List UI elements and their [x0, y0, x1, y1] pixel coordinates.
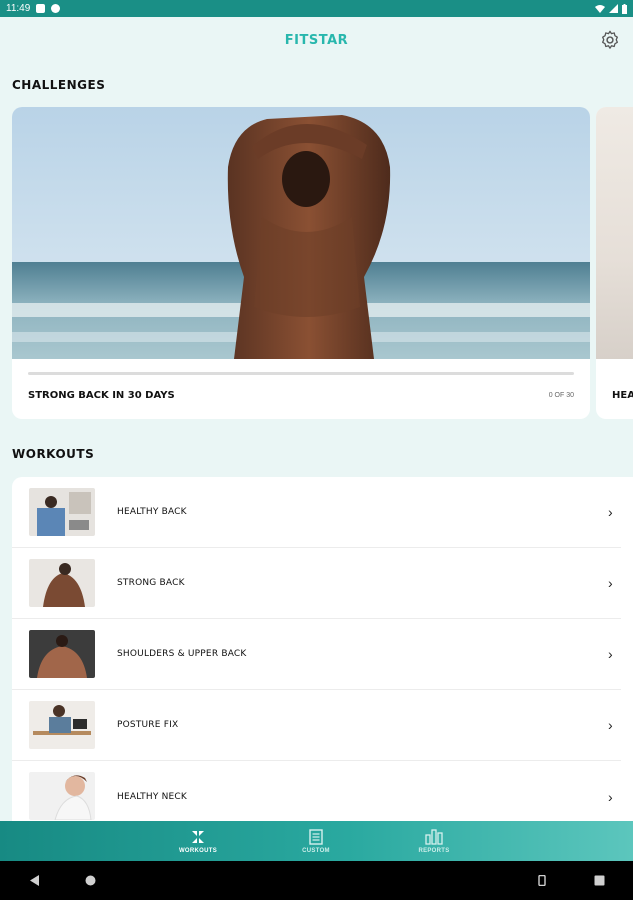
workout-row-strong-back[interactable]: STRONG BACK › — [12, 548, 621, 619]
wifi-icon — [595, 5, 605, 13]
nav-label: CUSTOM — [302, 847, 330, 854]
workout-label: STRONG BACK — [117, 578, 185, 588]
battery-icon — [622, 3, 627, 14]
challenge-progress-label: 0 OF 30 — [548, 392, 574, 399]
system-navigation-bar — [0, 861, 633, 900]
challenge-image — [12, 107, 590, 359]
recents-icon[interactable] — [594, 875, 605, 886]
reports-icon — [425, 828, 443, 845]
notification-icon — [36, 4, 46, 13]
workout-label: POSTURE FIX — [117, 720, 179, 730]
signal-icon — [609, 4, 618, 13]
challenge-card-next[interactable]: HEA — [596, 107, 633, 419]
status-bar: 11:49 — [0, 0, 633, 17]
chevron-right-icon: › — [608, 788, 613, 805]
chevron-right-icon: › — [608, 646, 613, 662]
bottom-navigation: WORKOUTS CUSTOM REPORTS — [0, 821, 633, 861]
rotate-icon[interactable] — [537, 875, 547, 886]
challenge-title-next: HEA — [612, 390, 633, 401]
chevron-right-icon: › — [608, 717, 613, 733]
custom-icon — [309, 828, 323, 845]
status-time: 11:49 — [6, 3, 31, 14]
app-bar: FITSTAR — [0, 17, 633, 63]
app-title: FITSTAR — [284, 32, 349, 48]
nav-label: REPORTS — [418, 847, 450, 854]
challenge-title: STRONG BACK IN 30 DAYS — [28, 390, 175, 401]
sync-icon — [51, 4, 61, 13]
chevron-right-icon: › — [608, 504, 613, 520]
workout-thumbnail — [29, 559, 95, 607]
nav-item-custom[interactable]: CUSTOM — [281, 821, 351, 861]
workout-thumbnail — [29, 488, 95, 536]
workout-thumbnail — [29, 772, 95, 820]
home-icon[interactable] — [85, 875, 96, 886]
workouts-list: HEALTHY BACK › STRONG BACK › SHOULDERS &… — [12, 477, 633, 837]
workouts-heading: WORKOUTS — [12, 447, 95, 461]
gear-icon[interactable] — [599, 29, 621, 51]
workout-row-healthy-back[interactable]: HEALTHY BACK › — [12, 477, 621, 548]
challenge-image-next — [596, 107, 633, 359]
workout-label: HEALTHY BACK — [117, 507, 187, 517]
back-icon[interactable] — [30, 875, 40, 886]
challenges-heading: CHALLENGES — [12, 78, 106, 92]
workout-row-shoulders-upper-back[interactable]: SHOULDERS & UPPER BACK › — [12, 619, 621, 690]
challenge-progress-bar — [28, 372, 574, 375]
workout-thumbnail — [29, 630, 95, 678]
workouts-icon — [192, 830, 204, 843]
nav-label: WORKOUTS — [178, 847, 218, 854]
chevron-right-icon: › — [608, 575, 613, 591]
challenge-card[interactable]: STRONG BACK IN 30 DAYS 0 OF 30 — [12, 107, 590, 419]
workout-label: SHOULDERS & UPPER BACK — [117, 649, 247, 659]
nav-item-reports[interactable]: REPORTS — [399, 821, 469, 861]
workout-thumbnail — [29, 701, 95, 749]
workout-label: HEALTHY NECK — [117, 791, 188, 802]
workout-row-posture-fix[interactable]: POSTURE FIX › — [12, 690, 621, 761]
nav-item-workouts[interactable]: WORKOUTS — [163, 821, 233, 861]
